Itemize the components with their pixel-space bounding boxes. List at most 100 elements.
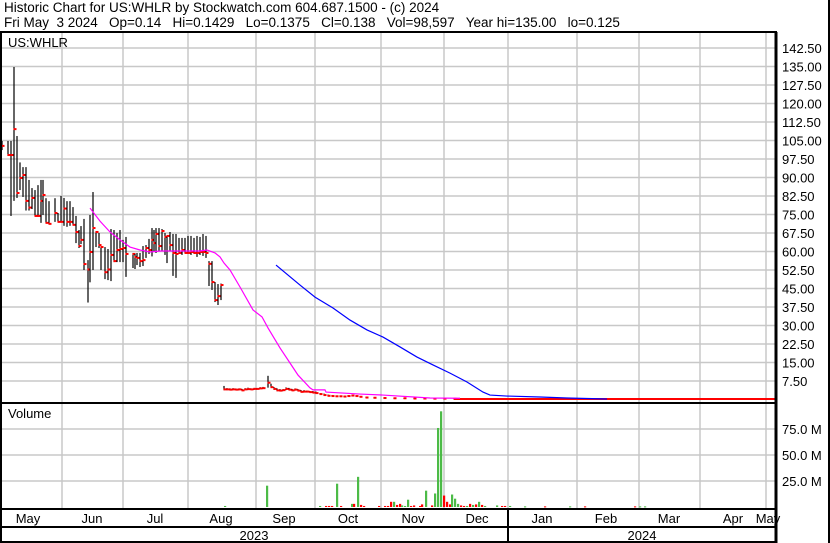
volume-bar bbox=[501, 505, 504, 507]
price-bar-close bbox=[309, 391, 313, 394]
volume-bar bbox=[460, 505, 463, 507]
volume-bar bbox=[425, 490, 428, 507]
price-bar-close bbox=[148, 248, 152, 251]
volume-bar bbox=[463, 505, 466, 507]
price-bar-close bbox=[63, 207, 67, 210]
price-bar-close bbox=[250, 388, 254, 391]
price-bar-close bbox=[306, 390, 310, 393]
volume-bar bbox=[544, 506, 547, 508]
price-tick-label: 135.00 bbox=[782, 59, 822, 74]
price-tick-label: 52.50 bbox=[782, 263, 815, 278]
volume-bar bbox=[266, 485, 269, 507]
price-bar-close bbox=[28, 206, 32, 209]
volume-bar bbox=[421, 504, 424, 507]
volume-bar bbox=[401, 505, 404, 507]
volume-bar bbox=[443, 495, 446, 507]
price-bar-close bbox=[107, 268, 111, 271]
price-bar-close bbox=[220, 284, 224, 287]
volume-bar bbox=[399, 503, 402, 507]
price-bar-close bbox=[226, 388, 230, 391]
volume-tick-label: 75.0 M bbox=[782, 422, 822, 437]
price-bar-close bbox=[282, 389, 286, 392]
year-label: 2023 bbox=[240, 528, 269, 543]
volume-bar bbox=[404, 505, 407, 507]
volume-bar bbox=[325, 505, 328, 507]
price-bar-close bbox=[347, 395, 351, 398]
price-bar-close bbox=[303, 390, 307, 393]
volume-bar bbox=[569, 506, 572, 508]
price-bar-close bbox=[169, 244, 173, 247]
volume-bar bbox=[457, 503, 460, 507]
price-bar-close bbox=[241, 389, 245, 392]
price-bar-close bbox=[256, 387, 260, 390]
price-tick-label: 90.00 bbox=[782, 170, 815, 185]
month-label: Sep bbox=[272, 511, 295, 526]
price-bar-close bbox=[339, 395, 343, 398]
price-tick-label: 37.50 bbox=[782, 300, 815, 315]
price-bar-close bbox=[323, 394, 327, 397]
year-label: 2024 bbox=[628, 528, 657, 543]
price-bar-close bbox=[22, 174, 26, 177]
volume-bar bbox=[384, 505, 387, 507]
price-bar-close bbox=[217, 295, 221, 298]
price-bar-close bbox=[373, 396, 377, 399]
price-tick-label: 22.50 bbox=[782, 337, 815, 352]
price-bar-close bbox=[413, 397, 417, 400]
volume-bar bbox=[393, 501, 396, 507]
price-bar-close bbox=[172, 251, 176, 254]
volume-bar bbox=[437, 427, 440, 507]
volume-bar bbox=[639, 506, 642, 508]
price-bar-close bbox=[66, 220, 70, 223]
price-bar-close bbox=[42, 193, 46, 196]
price-bar-close bbox=[297, 389, 301, 392]
price-tick-label: 127.50 bbox=[782, 78, 822, 93]
volume-bar bbox=[524, 506, 527, 508]
price-bar-close bbox=[403, 397, 407, 400]
price-bar-close bbox=[139, 260, 143, 263]
price-bar-close bbox=[80, 238, 84, 241]
price-bar-close bbox=[16, 192, 20, 195]
month-label: Aug bbox=[209, 511, 232, 526]
price-bar-close bbox=[95, 230, 99, 233]
price-bar-close bbox=[238, 388, 242, 391]
volume-bar bbox=[351, 503, 354, 507]
price-bar-close bbox=[125, 252, 129, 255]
price-bar-close bbox=[122, 247, 126, 250]
volume-bar bbox=[496, 505, 499, 507]
volume-bar bbox=[440, 411, 443, 507]
volume-bar bbox=[360, 504, 363, 507]
volume-bar bbox=[319, 505, 322, 507]
price-bar-close bbox=[145, 247, 149, 250]
volume-bar bbox=[357, 476, 360, 507]
volume-bar bbox=[466, 505, 469, 507]
month-label: Oct bbox=[338, 511, 359, 526]
volume-bar bbox=[331, 505, 334, 507]
price-tick-label: 82.50 bbox=[782, 189, 815, 204]
price-bar-close bbox=[13, 128, 17, 131]
price-bar-close bbox=[92, 227, 96, 230]
price-bar-close bbox=[69, 220, 73, 223]
price-bar-close bbox=[211, 281, 215, 284]
moving-average-line bbox=[89, 207, 461, 399]
chart-frame bbox=[0, 0, 830, 543]
price-bar-close bbox=[34, 214, 38, 217]
volume-bar bbox=[431, 505, 434, 507]
price-bar-close bbox=[155, 232, 159, 235]
price-bar-close bbox=[202, 250, 206, 253]
volume-bar bbox=[481, 504, 484, 507]
price-bar-close bbox=[244, 388, 248, 391]
price-bar-close bbox=[78, 245, 82, 248]
price-bar-close bbox=[184, 251, 188, 254]
price-bar-close bbox=[48, 222, 52, 225]
symbol-label: US:WHLR bbox=[8, 35, 68, 50]
price-bar-close bbox=[294, 388, 298, 391]
volume-bar bbox=[340, 505, 343, 507]
price-bar-close bbox=[208, 262, 212, 265]
volume-bar bbox=[504, 505, 507, 507]
price-bar-close bbox=[193, 251, 197, 254]
volume-axis: 75.0 M 50.0 M 25.0 M bbox=[782, 422, 822, 489]
price-bar-close bbox=[232, 388, 236, 391]
price-bar-close bbox=[259, 387, 263, 390]
price-tick-label: 45.00 bbox=[782, 281, 815, 296]
price-bar-close bbox=[214, 299, 218, 302]
